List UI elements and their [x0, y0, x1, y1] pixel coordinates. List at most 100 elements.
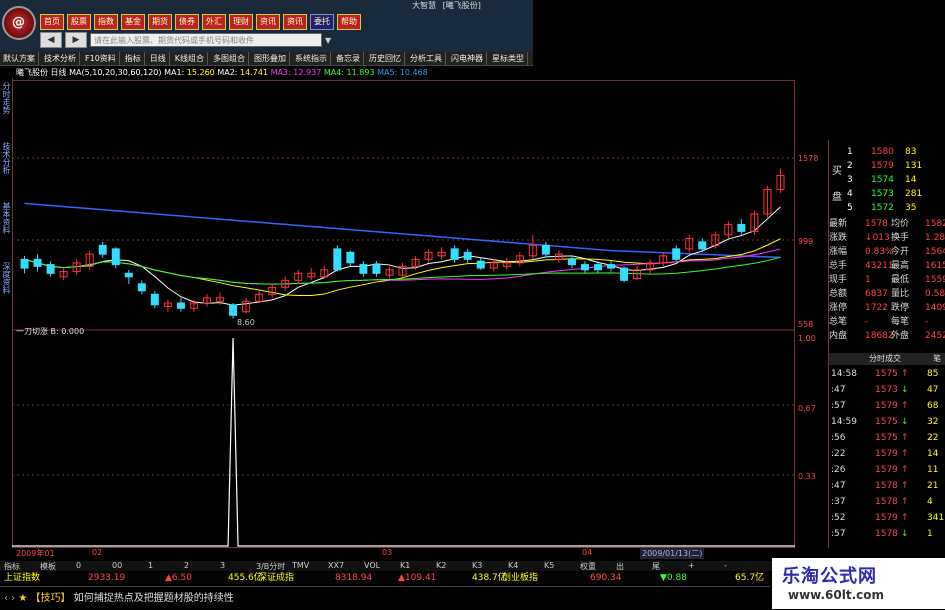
- menu-item[interactable]: 历史回忆: [366, 52, 406, 65]
- indicator-tab[interactable]: 00: [112, 561, 122, 570]
- candle: [111, 247, 120, 269]
- trade-cell: 11: [927, 465, 939, 475]
- candle: [294, 269, 303, 284]
- cy-index-change: ▼0.88: [660, 573, 687, 583]
- indicator-tab[interactable]: 出: [616, 561, 624, 572]
- toolbar-button[interactable]: 资讯: [283, 14, 307, 30]
- left-tab[interactable]: 技术分析: [1, 142, 11, 174]
- top-toolbar: @ 大智慧 [曦飞股份] 首页 股票 指数 基金 期货 债券 外汇 理财 资讯 资讯 委托 帮助 ◀ …: [0, 0, 533, 53]
- indicator-tab[interactable]: K1: [400, 561, 410, 570]
- indicator-tab[interactable]: 模板: [40, 561, 56, 572]
- indicator-tab[interactable]: +: [688, 561, 695, 570]
- candle: [268, 283, 277, 298]
- toolbar-button[interactable]: 期货: [148, 14, 172, 30]
- level-price: 1574: [871, 175, 894, 185]
- trades-title[interactable]: 分时成交: [869, 353, 901, 365]
- app-logo-icon[interactable]: @: [2, 6, 36, 40]
- menu-item[interactable]: 备忘录: [333, 52, 365, 65]
- indicator-tab[interactable]: 1: [148, 561, 153, 570]
- indicator-tab[interactable]: 指标: [4, 561, 20, 572]
- toolbar-button[interactable]: 首页: [40, 14, 64, 30]
- toolbar-button[interactable]: 理财: [229, 14, 253, 30]
- level-price: 1580: [871, 147, 894, 157]
- toolbar-button[interactable]: 债券: [175, 14, 199, 30]
- toolbar-button[interactable]: 股票: [67, 14, 91, 30]
- toolbar-button[interactable]: 指数: [94, 14, 118, 30]
- trade-row: :37 1578 ↑ 4: [829, 496, 945, 508]
- sz-index-name[interactable]: 深证成指: [258, 572, 294, 584]
- left-tab[interactable]: 分时走势: [1, 82, 11, 114]
- indicator-tab[interactable]: 3: [220, 561, 225, 570]
- cy-index-name[interactable]: 创业板指: [502, 572, 538, 584]
- candle: [255, 290, 264, 304]
- tip-text[interactable]: 如何捕捉热点及把握题材股的持续性: [74, 593, 234, 604]
- cursor-date: 2009/01/13(二): [640, 548, 705, 559]
- candle: [528, 234, 537, 260]
- quote-stat-cell: 外盘: [891, 331, 910, 341]
- trade-cell: ↑: [901, 401, 909, 411]
- indicator-tab[interactable]: XX7: [328, 561, 344, 570]
- toolbar-button[interactable]: 外汇: [202, 14, 226, 30]
- trade-row: :56 1575 ↑ 22: [829, 432, 945, 444]
- menu-item[interactable]: 图形叠加: [251, 52, 291, 65]
- quote-stat-cell: 均价: [891, 219, 910, 229]
- indicator-tab[interactable]: 尾: [652, 561, 660, 572]
- menu-item[interactable]: K线组合: [172, 52, 209, 65]
- trades-header: 分时成交 笔: [829, 353, 945, 365]
- menu-item[interactable]: 技术分析: [41, 52, 80, 65]
- menu-item[interactable]: 分析工具: [407, 52, 447, 65]
- back-button[interactable]: ◀: [40, 32, 62, 48]
- window-title: 大智慧 [曦飞股份]: [360, 0, 533, 12]
- menu-item[interactable]: 指标: [122, 52, 145, 65]
- indicator-tab[interactable]: TMV: [292, 561, 309, 570]
- quote-stat-cell: 1.28%: [925, 233, 945, 243]
- candle: [541, 241, 550, 258]
- menu-item[interactable]: 系统指示: [292, 52, 332, 65]
- candle: [137, 280, 146, 295]
- sh-index-name[interactable]: 上证指数: [4, 572, 40, 584]
- toolbar-button[interactable]: 委托: [310, 14, 334, 30]
- indicator-tab[interactable]: 3/B分时: [256, 561, 285, 572]
- quote-stat-cell: 涨跌: [829, 233, 848, 243]
- left-tab[interactable]: 深度资料: [1, 262, 11, 294]
- trade-cell: :37: [831, 497, 846, 507]
- menu-item[interactable]: 多图组合: [210, 52, 250, 65]
- toolbar-button[interactable]: 帮助: [337, 14, 361, 30]
- candle: [489, 259, 498, 272]
- toolbar-button[interactable]: 资讯: [256, 14, 280, 30]
- indicator-tab[interactable]: K3: [472, 561, 482, 570]
- candle: [737, 219, 746, 235]
- indicator-tab[interactable]: 0: [76, 561, 81, 570]
- menu-item[interactable]: 默认方案: [0, 52, 39, 65]
- menu-item[interactable]: 日线: [147, 52, 170, 65]
- indicator-tab[interactable]: VOL: [364, 561, 380, 570]
- indicator-tab[interactable]: K4: [508, 561, 518, 570]
- scroll-arrows-icon[interactable]: ‹ ›: [4, 593, 15, 604]
- left-tab[interactable]: 基本资料: [1, 202, 11, 234]
- search-dropdown-icon[interactable]: ▼: [325, 36, 331, 45]
- trade-row: :22 1579 ↑ 14: [829, 448, 945, 460]
- forward-button[interactable]: ▶: [65, 32, 87, 48]
- date-axis-label: 02: [92, 548, 103, 557]
- indicator-tab[interactable]: 权重: [580, 561, 596, 572]
- menu-item[interactable]: F10资料: [82, 52, 120, 65]
- trade-cell: 1578: [875, 497, 898, 507]
- order-book-row: 5 1572 35: [829, 202, 945, 214]
- quote-stat-cell: 1578: [865, 219, 888, 229]
- trade-cell: ↑: [901, 465, 909, 475]
- candle: [398, 262, 407, 277]
- indicator-tab[interactable]: 2: [184, 561, 189, 570]
- search-input[interactable]: 请在此输入股票、期货代码或手机号码和收件: [90, 33, 322, 47]
- trades-title-b[interactable]: 笔: [933, 353, 941, 365]
- kline-chart[interactable]: 8.60: [12, 80, 795, 548]
- menu-item[interactable]: 星标类型: [489, 52, 529, 65]
- trade-cell: 32: [927, 417, 939, 427]
- candle: [750, 210, 759, 235]
- quote-stat-cell: 换手: [891, 233, 910, 243]
- menu-item[interactable]: 闪电神器: [448, 52, 488, 65]
- indicator-tab[interactable]: K5: [544, 561, 554, 570]
- indicator-tab[interactable]: -: [724, 561, 727, 570]
- indicator-tab[interactable]: K2: [436, 561, 446, 570]
- toolbar-button[interactable]: 基金: [121, 14, 145, 30]
- candle: [372, 261, 381, 277]
